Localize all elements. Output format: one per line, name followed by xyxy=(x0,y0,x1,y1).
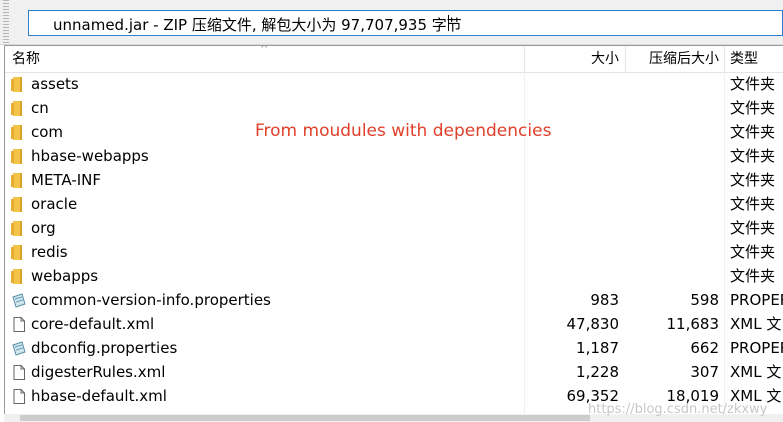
file-type: 文件夹 xyxy=(730,99,776,117)
list-header: 名称 ^ 大小 压缩后大小 类型 xyxy=(5,46,783,73)
file-row[interactable]: META-INF 文件夹 xyxy=(5,168,783,192)
file-type: 文件夹 xyxy=(730,267,776,285)
document-file-icon xyxy=(13,389,25,404)
folder-icon xyxy=(11,221,22,236)
folder-icon xyxy=(11,101,22,116)
file-packed-size xyxy=(627,144,719,168)
file-packed-size xyxy=(627,120,719,144)
file-name: META-INF xyxy=(31,171,102,189)
file-row[interactable]: dbconfig.properties 1,187 662 PROPER xyxy=(5,336,783,360)
file-type: 文件夹 xyxy=(730,219,776,237)
file-size: 1,228 xyxy=(576,363,619,381)
file-size: 47,830 xyxy=(566,315,620,333)
properties-file-icon xyxy=(12,293,26,308)
file-size xyxy=(527,192,619,216)
file-type: XML 文 xyxy=(730,315,782,333)
file-size xyxy=(527,240,619,264)
column-header-type-label: 类型 xyxy=(730,51,758,67)
file-packed-size xyxy=(627,216,719,240)
file-size xyxy=(527,144,619,168)
file-name: redis xyxy=(31,243,68,261)
file-type: 文件夹 xyxy=(730,123,776,141)
scrollbar-thumb[interactable] xyxy=(20,415,590,421)
file-row[interactable]: org 文件夹 xyxy=(5,216,783,240)
file-list[interactable]: 名称 ^ 大小 压缩后大小 类型 assets 文件夹 cn 文件夹 com 文件夹 hba… xyxy=(4,45,783,422)
file-packed-size xyxy=(627,96,719,120)
folder-icon xyxy=(11,125,22,140)
file-name: core-default.xml xyxy=(31,315,155,333)
file-row[interactable]: digesterRules.xml 1,228 307 XML 文 xyxy=(5,360,783,384)
file-name: common-version-info.properties xyxy=(31,291,271,309)
file-row[interactable]: hbase-webapps 文件夹 xyxy=(5,144,783,168)
file-row[interactable]: cn 文件夹 xyxy=(5,96,783,120)
folder-icon xyxy=(11,269,22,284)
folder-icon xyxy=(11,197,22,212)
file-packed-size xyxy=(627,264,719,288)
file-type: XML 文 xyxy=(730,363,782,381)
sort-ascending-icon: ^ xyxy=(260,45,269,55)
file-type: 文件夹 xyxy=(730,195,776,213)
file-packed-size xyxy=(627,240,719,264)
folder-icon xyxy=(11,245,22,260)
file-size xyxy=(527,96,619,120)
file-name: cn xyxy=(31,99,49,117)
file-packed-size xyxy=(627,168,719,192)
file-row[interactable]: oracle 文件夹 xyxy=(5,192,783,216)
file-row[interactable]: common-version-info.properties 983 598 PROP… xyxy=(5,288,783,312)
file-name: assets xyxy=(31,75,79,93)
file-name: dbconfig.properties xyxy=(31,339,178,357)
file-packed-size: 11,683 xyxy=(666,315,720,333)
column-header-size[interactable]: 大小 xyxy=(525,46,619,72)
column-header-type[interactable]: 类型 xyxy=(730,46,783,72)
file-type: 文件夹 xyxy=(730,243,776,261)
watermark-text: https://blog.csdn.net/zkxwy xyxy=(588,402,768,417)
column-header-size-label: 大小 xyxy=(591,51,619,67)
file-packed-size xyxy=(627,72,719,96)
toolbar-strip: unnamed.jar - ZIP 压缩文件, 解包大小为 97,707,935… xyxy=(0,0,783,45)
file-type: PROPER xyxy=(730,339,783,357)
file-size xyxy=(527,264,619,288)
column-divider[interactable] xyxy=(724,46,725,72)
address-bar[interactable]: unnamed.jar - ZIP 压缩文件, 解包大小为 97,707,935… xyxy=(28,10,783,36)
properties-file-icon xyxy=(12,341,26,356)
file-row[interactable]: core-default.xml 47,830 11,683 XML 文 xyxy=(5,312,783,336)
file-name: oracle xyxy=(31,195,78,213)
file-type: 文件夹 xyxy=(730,147,776,165)
file-size xyxy=(527,168,619,192)
file-name: hbase-default.xml xyxy=(31,387,167,405)
file-row[interactable]: assets 文件夹 xyxy=(5,72,783,96)
folder-icon xyxy=(11,77,22,92)
folder-icon xyxy=(11,173,22,188)
folder-icon xyxy=(11,149,22,164)
toolbar-grip[interactable] xyxy=(3,0,9,44)
address-bar-text: unnamed.jar - ZIP 压缩文件, 解包大小为 97,707,935… xyxy=(53,16,462,34)
column-header-name-label: 名称 xyxy=(12,51,40,67)
file-row[interactable]: redis 文件夹 xyxy=(5,240,783,264)
file-row[interactable]: webapps 文件夹 xyxy=(5,264,783,288)
column-header-packed-size[interactable]: 压缩后大小 xyxy=(626,46,719,72)
file-size: 983 xyxy=(590,291,619,309)
file-packed-size xyxy=(627,192,719,216)
file-type: 文件夹 xyxy=(730,75,776,93)
file-name: org xyxy=(31,219,56,237)
file-size xyxy=(527,72,619,96)
file-type: PROPER xyxy=(730,291,783,309)
file-type: 文件夹 xyxy=(730,171,776,189)
file-packed-size: 598 xyxy=(690,291,719,309)
file-name: webapps xyxy=(31,267,99,285)
annotation-text: From moudules with dependencies xyxy=(255,121,552,141)
column-header-packed-size-label: 压缩后大小 xyxy=(649,51,719,67)
file-packed-size: 662 xyxy=(690,339,719,357)
document-file-icon xyxy=(13,317,25,332)
document-file-icon xyxy=(13,365,25,380)
file-name: hbase-webapps xyxy=(31,147,149,165)
file-name: digesterRules.xml xyxy=(31,363,166,381)
file-packed-size: 307 xyxy=(690,363,719,381)
text-caret xyxy=(448,15,449,31)
file-size xyxy=(527,216,619,240)
file-size: 1,187 xyxy=(576,339,619,357)
